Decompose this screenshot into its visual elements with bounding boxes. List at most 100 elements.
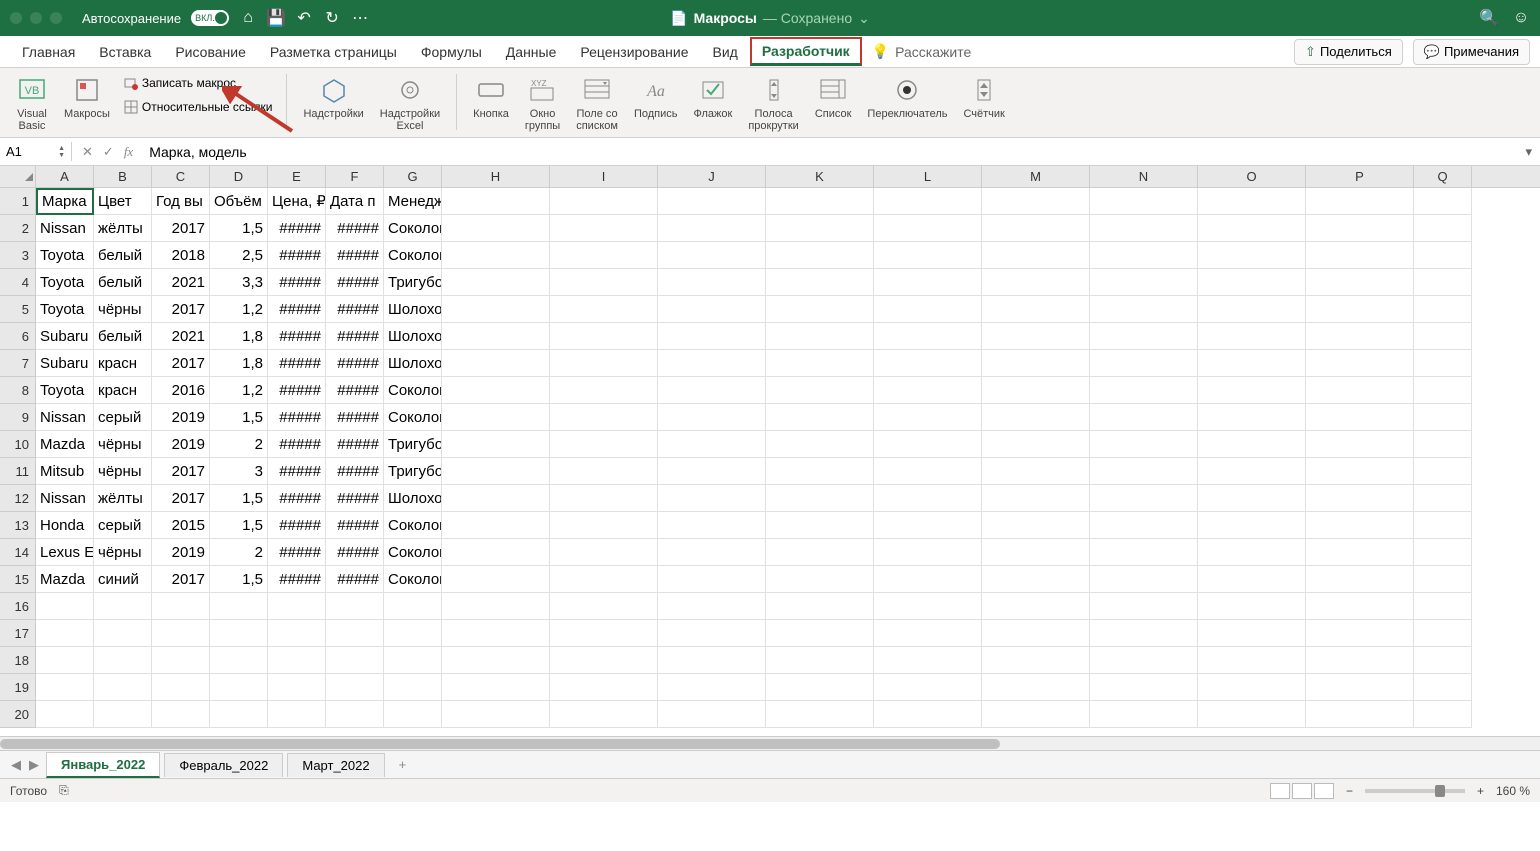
cell[interactable] bbox=[766, 647, 874, 674]
cell[interactable] bbox=[1198, 404, 1306, 431]
cell[interactable] bbox=[210, 593, 268, 620]
cell[interactable] bbox=[550, 485, 658, 512]
cell[interactable] bbox=[874, 620, 982, 647]
cell[interactable] bbox=[1414, 647, 1472, 674]
cell[interactable] bbox=[874, 296, 982, 323]
radio-button[interactable]: Переключатель bbox=[861, 74, 953, 120]
column-header[interactable]: M bbox=[982, 166, 1090, 187]
sheet-nav-prev[interactable]: ◀ bbox=[8, 757, 24, 773]
cell[interactable] bbox=[94, 674, 152, 701]
column-header[interactable]: N bbox=[1090, 166, 1198, 187]
cell[interactable] bbox=[94, 701, 152, 728]
cell[interactable]: Объём bbox=[210, 188, 268, 215]
cell[interactable] bbox=[874, 404, 982, 431]
cell[interactable]: Соколов П. bbox=[384, 242, 442, 269]
row-header[interactable]: 4 bbox=[0, 269, 36, 296]
cell[interactable]: ##### bbox=[326, 404, 384, 431]
cell[interactable] bbox=[658, 674, 766, 701]
cell[interactable]: красн bbox=[94, 377, 152, 404]
cell[interactable] bbox=[152, 620, 210, 647]
maximize-window[interactable] bbox=[50, 12, 62, 24]
cell[interactable] bbox=[550, 350, 658, 377]
cell[interactable] bbox=[1306, 566, 1414, 593]
row-header[interactable]: 14 bbox=[0, 539, 36, 566]
cell[interactable] bbox=[550, 620, 658, 647]
cell[interactable] bbox=[766, 377, 874, 404]
chevron-down-icon[interactable]: ⌄ bbox=[858, 10, 870, 27]
cell[interactable] bbox=[268, 674, 326, 701]
cell[interactable] bbox=[1414, 350, 1472, 377]
cell[interactable] bbox=[94, 593, 152, 620]
zoom-out[interactable]: − bbox=[1346, 784, 1353, 798]
row-header[interactable]: 20 bbox=[0, 701, 36, 728]
cell[interactable] bbox=[658, 323, 766, 350]
cell[interactable]: ##### bbox=[268, 215, 326, 242]
cell[interactable] bbox=[326, 674, 384, 701]
cell[interactable] bbox=[766, 404, 874, 431]
cell[interactable] bbox=[36, 593, 94, 620]
cell[interactable]: ##### bbox=[326, 215, 384, 242]
cell[interactable] bbox=[658, 296, 766, 323]
cell[interactable] bbox=[874, 431, 982, 458]
cell[interactable]: серый bbox=[94, 512, 152, 539]
cell[interactable] bbox=[1414, 296, 1472, 323]
cell[interactable] bbox=[766, 620, 874, 647]
cell[interactable]: ##### bbox=[268, 431, 326, 458]
cell[interactable] bbox=[766, 350, 874, 377]
cell[interactable] bbox=[550, 674, 658, 701]
row-header[interactable]: 7 bbox=[0, 350, 36, 377]
row-header[interactable]: 12 bbox=[0, 485, 36, 512]
cell[interactable] bbox=[1414, 323, 1472, 350]
cell[interactable] bbox=[766, 242, 874, 269]
cell[interactable]: белый bbox=[94, 269, 152, 296]
cell[interactable] bbox=[326, 647, 384, 674]
cell[interactable] bbox=[1198, 431, 1306, 458]
tab-layout[interactable]: Разметка страницы bbox=[258, 38, 409, 66]
cell[interactable] bbox=[94, 620, 152, 647]
view-page-layout[interactable] bbox=[1292, 783, 1312, 799]
row-header[interactable]: 16 bbox=[0, 593, 36, 620]
cell[interactable] bbox=[1090, 323, 1198, 350]
row-header[interactable]: 18 bbox=[0, 647, 36, 674]
cell[interactable] bbox=[1090, 593, 1198, 620]
cell[interactable]: Тригубов М. bbox=[384, 458, 442, 485]
cell[interactable]: ##### bbox=[326, 431, 384, 458]
cell[interactable] bbox=[550, 539, 658, 566]
name-box[interactable]: A1 ▲▼ bbox=[0, 142, 72, 161]
cell[interactable] bbox=[1306, 215, 1414, 242]
cell[interactable] bbox=[1198, 323, 1306, 350]
save-icon[interactable]: 💾 bbox=[267, 9, 285, 27]
cell[interactable] bbox=[152, 674, 210, 701]
cell[interactable] bbox=[874, 242, 982, 269]
cell[interactable]: белый bbox=[94, 323, 152, 350]
group-window-button[interactable]: XYZ Окно группы bbox=[519, 74, 566, 132]
tab-data[interactable]: Данные bbox=[494, 38, 569, 66]
row-header[interactable]: 9 bbox=[0, 404, 36, 431]
cell[interactable]: 2018 bbox=[152, 242, 210, 269]
cell[interactable] bbox=[766, 566, 874, 593]
cell[interactable] bbox=[1090, 296, 1198, 323]
cell[interactable] bbox=[1414, 539, 1472, 566]
cell[interactable] bbox=[1306, 458, 1414, 485]
cell[interactable] bbox=[982, 431, 1090, 458]
cell[interactable]: Соколов П. bbox=[384, 566, 442, 593]
cell[interactable]: Соколов П. bbox=[384, 404, 442, 431]
cell[interactable] bbox=[1090, 485, 1198, 512]
cell[interactable] bbox=[982, 242, 1090, 269]
cell[interactable] bbox=[982, 647, 1090, 674]
cell[interactable] bbox=[982, 512, 1090, 539]
column-header[interactable]: O bbox=[1198, 166, 1306, 187]
cell[interactable]: Nissan bbox=[36, 215, 94, 242]
cell[interactable] bbox=[766, 269, 874, 296]
cell[interactable]: ##### bbox=[268, 242, 326, 269]
cell[interactable] bbox=[766, 215, 874, 242]
cell[interactable] bbox=[1090, 674, 1198, 701]
cell[interactable]: Mitsub bbox=[36, 458, 94, 485]
cell[interactable] bbox=[1306, 620, 1414, 647]
cell[interactable] bbox=[1090, 431, 1198, 458]
cell[interactable] bbox=[1090, 242, 1198, 269]
fx-icon[interactable]: fx bbox=[124, 144, 133, 160]
cell[interactable] bbox=[550, 377, 658, 404]
cell[interactable] bbox=[766, 296, 874, 323]
cell[interactable] bbox=[152, 647, 210, 674]
